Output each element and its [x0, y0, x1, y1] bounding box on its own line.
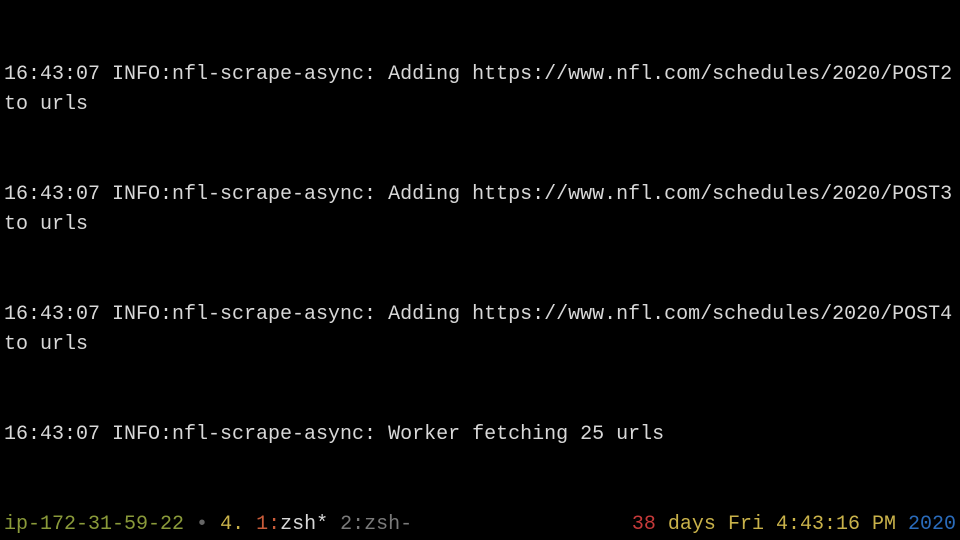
log-line: 16:43:07 INFO:nfl-scrape-async: Adding h…: [4, 60, 956, 120]
tmux-window-active[interactable]: 1:zsh*: [256, 513, 328, 536]
status-year: 2020: [908, 513, 956, 536]
status-uptime-value: 38: [632, 513, 656, 536]
window-name: zsh-: [364, 513, 412, 536]
log-line: 16:43:07 INFO:nfl-scrape-async: Adding h…: [4, 300, 956, 360]
log-line: 16:43:07 INFO:nfl-scrape-async: Worker f…: [4, 420, 956, 450]
status-uptime-unit: days: [668, 513, 716, 536]
tmux-window-idle[interactable]: 2:zsh-: [340, 513, 412, 536]
log-line: 16:43:07 INFO:nfl-scrape-async: Adding h…: [4, 180, 956, 240]
tmux-status-bar: ip-172-31-59-22 • 4. 1:zsh* 2:zsh- 38 da…: [0, 510, 960, 540]
terminal-scrollback[interactable]: 16:43:07 INFO:nfl-scrape-async: Adding h…: [0, 0, 960, 540]
status-clock: Fri 4:43:16 PM: [728, 513, 896, 536]
terminal[interactable]: 16:43:07 INFO:nfl-scrape-async: Adding h…: [0, 0, 960, 540]
status-separator: •: [196, 513, 220, 536]
window-name: zsh*: [280, 513, 328, 536]
window-index: 2:: [340, 513, 364, 536]
status-session: 4.: [220, 513, 244, 536]
window-index: 1:: [256, 513, 280, 536]
status-right: 38 days Fri 4:43:16 PM 2020: [632, 510, 956, 540]
status-hostname: ip-172-31-59-22: [4, 513, 184, 536]
